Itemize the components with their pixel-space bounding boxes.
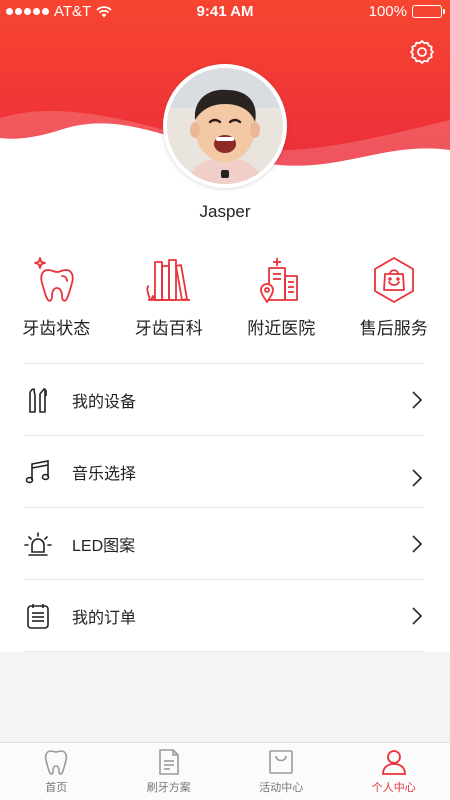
tab-label: 活动中心 xyxy=(259,782,304,794)
bag-icon xyxy=(269,750,294,774)
tab-activity-center[interactable]: 活动中心 xyxy=(225,743,338,800)
quick-action-label: 售后服务 xyxy=(359,319,428,338)
tab-brushing-plan[interactable]: 刷牙方案 xyxy=(113,743,226,800)
toothbrush-icon xyxy=(29,387,47,413)
quick-action-label: 牙齿状态 xyxy=(22,319,91,338)
status-bar: AT&T 9:41 AM 100% xyxy=(0,0,450,24)
person-icon xyxy=(381,750,406,775)
order-list-icon xyxy=(27,603,49,629)
quick-action-label: 牙齿百科 xyxy=(134,319,203,338)
tab-label: 首页 xyxy=(45,782,68,794)
menu-item-label: LED图案 xyxy=(72,537,136,555)
menu-item-label: 我的订单 xyxy=(72,609,137,627)
quick-action-after-sales[interactable]: 售后服务 xyxy=(338,256,450,339)
menu-item-my-orders[interactable]: 我的订单 xyxy=(24,580,424,652)
tooth-home-icon xyxy=(45,750,68,775)
music-note-icon xyxy=(25,459,50,483)
chevron-right-icon xyxy=(412,469,423,487)
quick-action-label: 附近医院 xyxy=(247,319,316,338)
menu-item-my-devices[interactable]: 我的设备 xyxy=(24,364,424,436)
tab-label: 个人中心 xyxy=(371,782,416,794)
tooth-books-icon xyxy=(146,259,190,301)
document-icon xyxy=(158,749,179,775)
tab-home[interactable]: 首页 xyxy=(0,743,113,800)
settings-gear-icon[interactable] xyxy=(408,38,436,66)
tab-bar: 首页 刷牙方案 活动中心 个人中心 xyxy=(0,742,450,800)
menu-item-music[interactable]: 音乐选择 xyxy=(24,436,424,508)
menu-item-led-pattern[interactable]: LED图案 xyxy=(24,508,424,580)
chevron-right-icon xyxy=(412,535,423,553)
chevron-right-icon xyxy=(412,391,423,409)
tab-personal-center[interactable]: 个人中心 xyxy=(338,743,450,800)
menu-item-label: 音乐选择 xyxy=(72,465,137,483)
led-bulb-icon xyxy=(24,531,52,556)
hospital-location-icon xyxy=(260,258,299,303)
avatar-photo xyxy=(167,68,283,184)
tab-label: 刷牙方案 xyxy=(146,782,191,794)
quick-action-tooth-status[interactable]: 牙齿状态 xyxy=(0,256,113,339)
avatar[interactable] xyxy=(163,64,287,188)
quick-action-nearby-hospital[interactable]: 附近医院 xyxy=(225,256,338,339)
menu-item-label: 我的设备 xyxy=(72,393,137,411)
battery-icon xyxy=(412,5,445,18)
tooth-sparkle-icon xyxy=(34,257,74,302)
settings-menu: 我的设备 音乐选择 LED图案 我的订单 xyxy=(24,363,424,652)
chevron-right-icon xyxy=(412,607,423,625)
quick-actions: 牙齿状态 牙齿百科 附近医院 售后服务 xyxy=(0,256,450,339)
battery-percent: 100% xyxy=(368,3,407,20)
quick-action-tooth-encyclopedia[interactable]: 牙齿百科 xyxy=(113,256,226,339)
shopping-bag-smile-icon xyxy=(373,257,414,303)
content-background xyxy=(0,652,450,742)
username: Jasper xyxy=(199,202,251,221)
